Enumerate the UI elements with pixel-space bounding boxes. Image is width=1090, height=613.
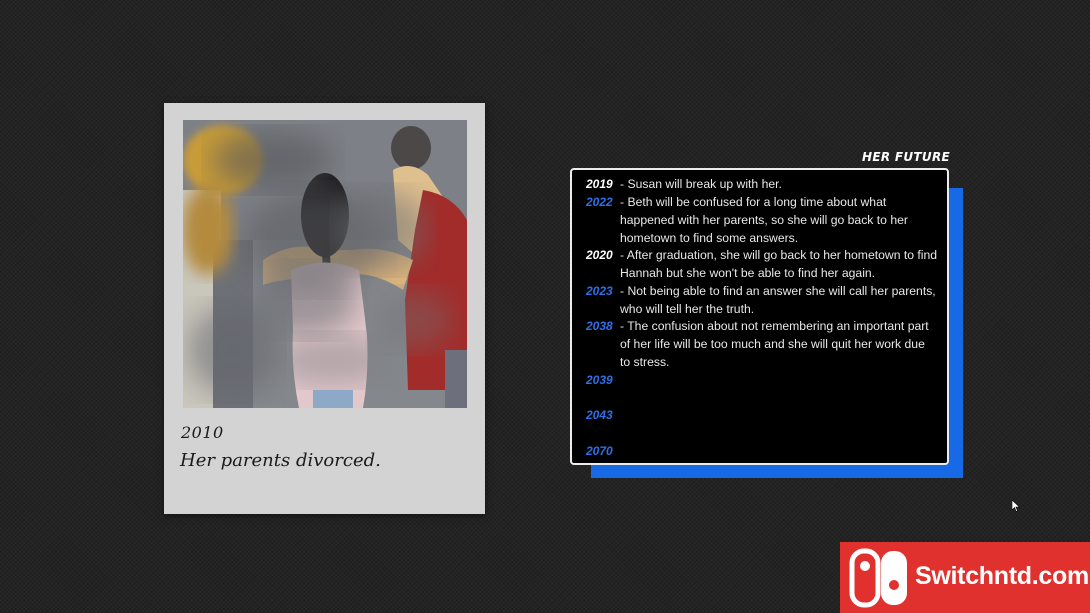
future-panel-title: HER FUTURE: [862, 150, 950, 164]
mouse-pointer-icon: [1011, 497, 1021, 512]
memory-painting: [183, 120, 467, 408]
memory-caption: Her parents divorced.: [180, 450, 381, 471]
memory-year: 2010: [181, 423, 224, 442]
future-entry[interactable]: 2023 - Not being able to find an answer …: [586, 283, 938, 319]
game-screen: 2010 Her parents divorced. HER FUTURE 20…: [0, 0, 1090, 613]
future-entry-year: 2043: [586, 408, 613, 422]
future-entry-text: - The confusion about not remembering an…: [620, 319, 929, 369]
future-entry[interactable]: 2039: [586, 372, 938, 390]
site-watermark: Switchntd.com: [840, 542, 1090, 613]
nintendo-switch-logo-icon: [848, 547, 910, 609]
future-entry-year: 2023: [586, 284, 613, 298]
future-entry-text: - Beth will be confused for a long time …: [620, 195, 908, 245]
future-entry-year: 2039: [586, 373, 613, 387]
future-entry-year: 2070: [586, 444, 613, 458]
future-entry-year: 2019: [586, 177, 613, 191]
future-entry-text: - Not being able to find an answer she w…: [620, 284, 936, 316]
future-entry-text: - After graduation, she will go back to …: [620, 248, 938, 280]
watermark-text: Switchntd.com: [915, 562, 1089, 590]
future-entry[interactable]: 2019 - Susan will break up with her.: [586, 176, 938, 194]
future-entry[interactable]: 2038 - The confusion about not rememberi…: [586, 318, 938, 371]
future-entry-text: - Susan will break up with her.: [620, 177, 782, 191]
future-entry[interactable]: 2070: [586, 443, 938, 461]
future-entry-year: 2022: [586, 195, 613, 209]
future-entry[interactable]: 2043: [586, 407, 938, 425]
polaroid-memory-card: 2010 Her parents divorced.: [164, 103, 485, 514]
future-panel: 2019 - Susan will break up with her. 202…: [570, 168, 949, 465]
future-entry[interactable]: 2020 - After graduation, she will go bac…: [586, 247, 938, 283]
future-entry-year: 2020: [586, 248, 613, 262]
future-entry[interactable]: 2022 - Beth will be confused for a long …: [586, 194, 938, 247]
future-entry-year: 2038: [586, 319, 613, 333]
